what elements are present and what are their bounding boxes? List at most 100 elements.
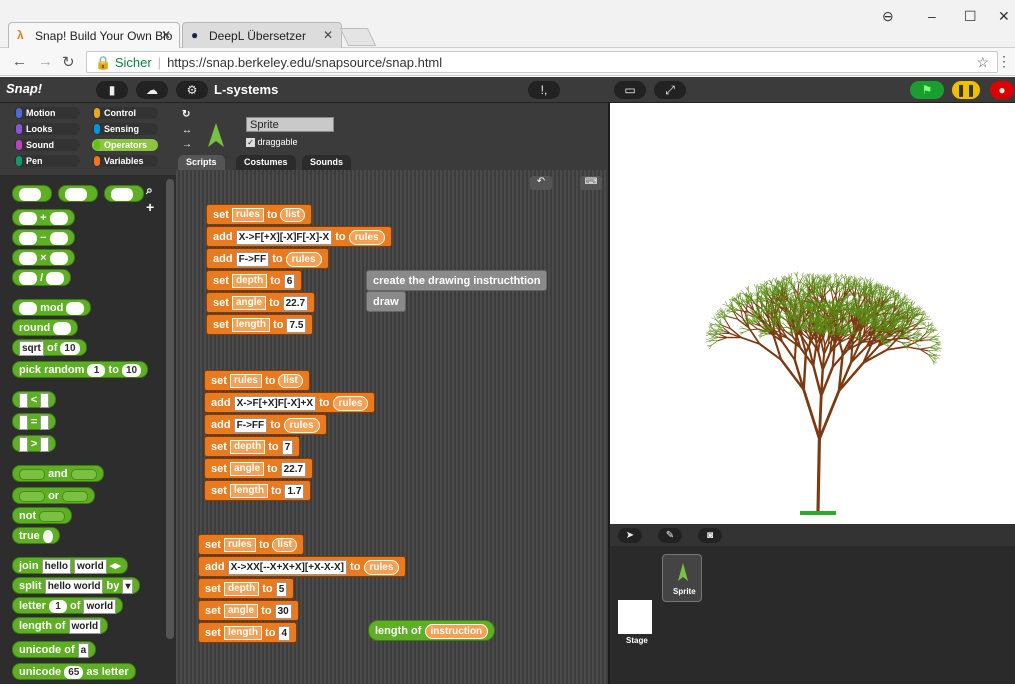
- close-icon[interactable]: ✕: [161, 28, 171, 42]
- snap-logo[interactable]: Snap!: [6, 81, 42, 96]
- tab-costumes[interactable]: Costumes: [236, 155, 296, 170]
- file-button[interactable]: ▮: [96, 81, 128, 99]
- draggable-checkbox[interactable]: ✓ draggable: [246, 137, 298, 147]
- true-block[interactable]: true: [12, 527, 60, 544]
- no-rotate-icon[interactable]: →: [182, 139, 192, 150]
- greater-than-block[interactable]: >: [12, 435, 56, 452]
- ring-reporter-block[interactable]: [12, 185, 52, 202]
- unicode-as-letter-block[interactable]: unicode 65 as letter: [12, 663, 136, 680]
- script-block[interactable]: set angle to 22.7: [206, 292, 315, 313]
- script-block[interactable]: set angle to 22.7: [204, 458, 313, 479]
- script-block[interactable]: add F->FF to rules: [204, 414, 327, 435]
- category-sensing[interactable]: Sensing: [92, 123, 158, 135]
- less-than-block[interactable]: <: [12, 391, 56, 408]
- script-block[interactable]: set rules to list: [206, 204, 312, 225]
- category-sound[interactable]: Sound: [14, 139, 80, 151]
- address-field[interactable]: 🔒 Sicher|https://snap.berkeley.edu/snaps…: [86, 51, 998, 73]
- letter-block[interactable]: letter 1 of world: [12, 597, 123, 614]
- presentation-button[interactable]: ⤢: [654, 81, 686, 99]
- search-icon[interactable]: ⌕: [146, 183, 153, 198]
- script-block[interactable]: set depth to 5: [198, 578, 294, 599]
- new-tab-button[interactable]: [340, 28, 376, 46]
- reload-icon[interactable]: ↻: [62, 53, 75, 71]
- rotate-icon[interactable]: ↻: [182, 109, 190, 120]
- turtle-icon[interactable]: ➤: [618, 528, 642, 543]
- script-block[interactable]: set angle to 30: [198, 600, 299, 621]
- ring-command-block[interactable]: [58, 185, 98, 202]
- undo-icon[interactable]: ↶: [530, 176, 552, 190]
- script-block[interactable]: add X->F[+X][-X]F[-X]-X to rules: [206, 226, 392, 247]
- minimize-icon[interactable]: –: [928, 8, 936, 24]
- split-block[interactable]: split hello world by ▾: [12, 577, 140, 594]
- mod-block[interactable]: mod: [12, 299, 91, 316]
- custom-block-draw[interactable]: draw: [366, 291, 406, 312]
- flip-icon[interactable]: ↔: [182, 125, 192, 136]
- script-block[interactable]: set depth to 7: [204, 436, 300, 457]
- ring-predicate-block[interactable]: [104, 185, 144, 202]
- close-icon[interactable]: ✕: [323, 28, 333, 42]
- unicode-of-block[interactable]: unicode of a: [12, 641, 96, 658]
- stage-size-button[interactable]: !,: [528, 81, 560, 99]
- join-block[interactable]: join hello world ◂▸: [12, 557, 128, 574]
- length-of-block[interactable]: length of world: [12, 617, 108, 634]
- tab-deepl[interactable]: ● DeepL Übersetzer ✕: [182, 22, 342, 48]
- paint-brush-icon[interactable]: ✎: [658, 528, 682, 543]
- lambda-icon: λ: [17, 29, 29, 41]
- category-variables[interactable]: Variables: [92, 155, 158, 167]
- minus-block[interactable]: −: [12, 229, 75, 246]
- plus-block[interactable]: +: [12, 209, 75, 226]
- tab-scripts[interactable]: Scripts: [178, 155, 225, 170]
- keyboard-icon[interactable]: ⌨: [580, 176, 602, 190]
- normal-stage-button[interactable]: ▭: [614, 81, 646, 99]
- and-block[interactable]: and: [12, 465, 104, 482]
- not-block[interactable]: not: [12, 507, 72, 524]
- scripts-area[interactable]: ↶ ⌨ set rules to list add X->F[+X][-X]F[…: [176, 170, 608, 684]
- camera-icon[interactable]: ◙: [698, 528, 722, 543]
- length-of-instruction-block[interactable]: length of instruction: [368, 620, 495, 641]
- settings-button[interactable]: ⚙: [176, 81, 208, 99]
- operator-blocks: ⌕ + + − × / mod round sqrt of 10 pick ra…: [0, 177, 166, 687]
- window-close-icon[interactable]: ✕: [998, 8, 1010, 25]
- script-block[interactable]: set depth to 6: [206, 270, 302, 291]
- tab-snap[interactable]: λ Snap! Build Your Own Blo ✕: [8, 22, 180, 48]
- category-control[interactable]: Control: [92, 107, 158, 119]
- script-block[interactable]: add F->FF to rules: [206, 248, 329, 269]
- divide-block[interactable]: /: [12, 269, 71, 286]
- category-looks[interactable]: Looks: [14, 123, 80, 135]
- script-block[interactable]: set length to 4: [198, 622, 297, 643]
- stop-button[interactable]: ●: [990, 81, 1014, 99]
- tab-sounds[interactable]: Sounds: [302, 155, 351, 170]
- script-block[interactable]: add X->XX[--X+X+X][+X-X-X] to rules: [198, 556, 406, 577]
- script-block[interactable]: set rules to list: [198, 534, 304, 555]
- maximize-icon[interactable]: ☐: [964, 8, 977, 25]
- green-flag-button[interactable]: ⚑: [910, 81, 944, 99]
- category-pen[interactable]: Pen: [14, 155, 80, 167]
- pick-random-block[interactable]: pick random 1 to 10: [12, 361, 148, 378]
- round-block[interactable]: round: [12, 319, 78, 336]
- script-block[interactable]: set length to 7.5: [206, 314, 313, 335]
- star-icon[interactable]: ☆: [976, 54, 989, 71]
- script-block[interactable]: set rules to list: [204, 370, 310, 391]
- stage-thumbnail[interactable]: [618, 600, 652, 634]
- script-block[interactable]: add X->F[+X]F[-X]+X to rules: [204, 392, 375, 413]
- palette-scrollbar[interactable]: [166, 179, 174, 639]
- equals-block[interactable]: =: [12, 413, 56, 430]
- back-icon[interactable]: ←: [12, 53, 27, 70]
- custom-block-create[interactable]: create the drawing instructhtion: [366, 270, 547, 291]
- category-motion[interactable]: Motion: [14, 107, 80, 119]
- tab-label: DeepL Übersetzer: [209, 29, 306, 43]
- pause-button[interactable]: ❚❚: [952, 81, 980, 99]
- times-block[interactable]: ×: [12, 249, 75, 266]
- script-block[interactable]: set length to 1.7: [204, 480, 311, 501]
- sprite-thumbnail[interactable]: Sprite: [662, 554, 702, 602]
- stage[interactable]: [610, 103, 1015, 524]
- menu-icon[interactable]: ⋮: [997, 53, 1011, 70]
- category-operators[interactable]: Operators: [92, 139, 158, 151]
- sqrt-block[interactable]: sqrt of 10: [12, 339, 87, 356]
- forward-icon[interactable]: →: [38, 53, 53, 70]
- cloud-button[interactable]: ☁: [136, 81, 168, 99]
- profile-icon[interactable]: ⊖: [882, 8, 894, 25]
- add-icon[interactable]: +: [146, 199, 154, 215]
- or-block[interactable]: or: [12, 487, 95, 504]
- sprite-name-field[interactable]: Sprite: [246, 117, 334, 132]
